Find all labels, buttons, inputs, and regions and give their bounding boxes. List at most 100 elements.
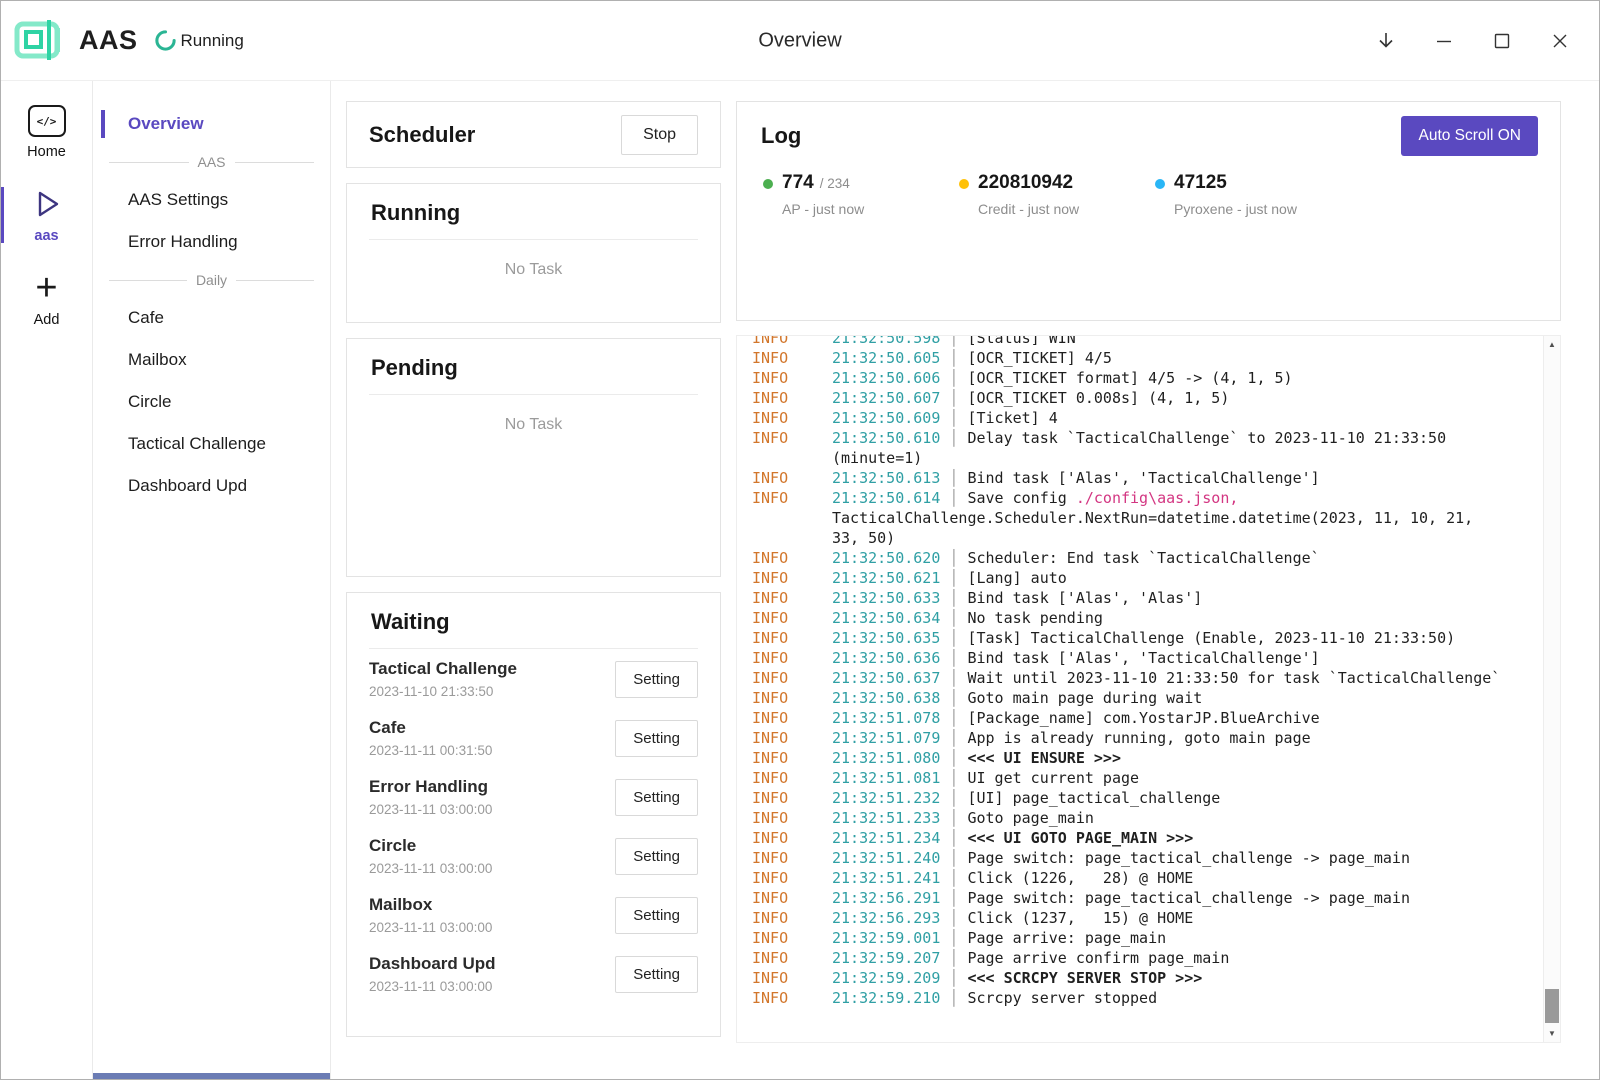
stat-value: 47125 (1174, 172, 1227, 193)
log-separator: │ (940, 409, 967, 427)
log-line: INFO21:32:50.609 │ [Ticket] 4 (752, 408, 1540, 428)
scheduler-card: Scheduler Stop (346, 101, 721, 168)
stat-dot-icon (959, 179, 969, 189)
auto-scroll-toggle[interactable]: Auto Scroll ON (1401, 116, 1538, 156)
nav-item-aas-settings[interactable]: AAS Settings (93, 179, 330, 221)
waiting-task-row: Dashboard Upd2023-11-11 03:00:00Setting (347, 944, 720, 1003)
log-line-body: 21:32:56.293 │ Click (1237, 15) @ HOME (832, 908, 1508, 928)
stat-pyroxene: 47125 Pyroxene - just now (1155, 172, 1351, 217)
log-timestamp: 21:32:50.598 (832, 335, 940, 347)
stat-ap: 774/ 234AP - just now (763, 172, 959, 217)
task-name: Circle (369, 836, 492, 856)
rail-item-aas[interactable]: aas (1, 187, 92, 244)
log-message: [Status] WIN (967, 335, 1075, 347)
close-button[interactable] (1545, 26, 1575, 56)
log-separator: │ (940, 889, 967, 907)
log-line-body: 21:32:59.210 │ Scrcpy server stopped (832, 988, 1508, 1008)
task-setting-button[interactable]: Setting (615, 720, 698, 757)
log-line-body: 21:32:59.001 │ Page arrive: page_main (832, 928, 1508, 948)
log-title: Log (761, 123, 801, 149)
stat-label: Pyroxene - just now (1174, 201, 1297, 217)
log-message: UI get current page (967, 769, 1139, 787)
rail-item-add[interactable]: + Add (1, 271, 92, 328)
log-timestamp: 21:32:56.293 (832, 909, 940, 927)
log-message: Page switch: page_tactical_challenge -> … (967, 849, 1410, 867)
log-line: INFO21:32:51.078 │ [Package_name] com.Yo… (752, 708, 1540, 728)
log-message: [Ticket] 4 (967, 409, 1057, 427)
log-separator: │ (940, 489, 967, 507)
log-timestamp: 21:32:50.634 (832, 609, 940, 627)
stat-body: 220810942Credit - just now (978, 172, 1079, 217)
update-download-icon[interactable] (1371, 26, 1401, 56)
log-level: INFO (752, 928, 832, 948)
log-message: Goto main page during wait (967, 689, 1202, 707)
task-setting-button[interactable]: Setting (615, 779, 698, 816)
scroll-down-icon[interactable]: ▼ (1544, 1025, 1560, 1042)
log-line-body: 21:32:50.605 │ [OCR_TICKET] 4/5 (832, 348, 1508, 368)
task-setting-button[interactable]: Setting (615, 897, 698, 934)
nav-item-cafe[interactable]: Cafe (93, 297, 330, 339)
log-line: INFO21:32:51.241 │ Click (1226, 28) @ HO… (752, 868, 1540, 888)
log-line: INFO21:32:56.291 │ Page switch: page_tac… (752, 888, 1540, 908)
log-level: INFO (752, 628, 832, 648)
log-message: Bind task ['Alas', 'TacticalChallenge'] (967, 649, 1319, 667)
log-scrollbar[interactable]: ▲ ▼ (1543, 336, 1560, 1042)
log-level: INFO (752, 768, 832, 788)
log-line: INFO21:32:51.234 │ <<< UI GOTO PAGE_MAIN… (752, 828, 1540, 848)
scrollbar-thumb[interactable] (1545, 989, 1559, 1023)
maximize-button[interactable] (1487, 26, 1517, 56)
nav-item-error-handling[interactable]: Error Handling (93, 221, 330, 263)
log-level: INFO (752, 748, 832, 768)
nav-item-circle[interactable]: Circle (93, 381, 330, 423)
nav-item-dashboard-upd[interactable]: Dashboard Upd (93, 465, 330, 507)
log-line: INFO21:32:50.621 │ [Lang] auto (752, 568, 1540, 588)
app-window: AAS Running Overview </> (0, 0, 1600, 1080)
log-timestamp: 21:32:59.210 (832, 989, 940, 1007)
log-view[interactable]: INFO21:32:50.598 │ [Status] WININFO21:32… (736, 335, 1561, 1043)
nav-item-overview[interactable]: Overview (93, 103, 330, 145)
nav-horizontal-scrollbar[interactable] (93, 1073, 330, 1079)
waiting-task-row: Error Handling2023-11-11 03:00:00Setting (347, 767, 720, 826)
task-setting-button[interactable]: Setting (615, 956, 698, 993)
task-setting-button[interactable]: Setting (615, 661, 698, 698)
task-next-run-time: 2023-11-10 21:33:50 (369, 684, 517, 699)
nav-item-tactical-challenge[interactable]: Tactical Challenge (93, 423, 330, 465)
log-message: Save config (967, 489, 1075, 507)
window-title: Overview (758, 29, 841, 52)
log-line: INFO21:32:50.598 │ [Status] WIN (752, 335, 1540, 348)
task-info: Cafe2023-11-11 00:31:50 (369, 718, 492, 758)
stat-label: AP - just now (782, 201, 864, 217)
divider-line (109, 280, 187, 281)
task-name: Mailbox (369, 895, 492, 915)
log-line-body: 21:32:50.609 │ [Ticket] 4 (832, 408, 1508, 428)
rail-item-home[interactable]: </> Home (1, 105, 92, 160)
nav-item-mailbox[interactable]: Mailbox (93, 339, 330, 381)
divider-line (109, 162, 189, 163)
log-level: INFO (752, 988, 832, 1008)
minimize-button[interactable] (1429, 26, 1459, 56)
log-message: Page arrive confirm page_main (967, 949, 1229, 967)
scheduler-stop-button[interactable]: Stop (621, 115, 698, 155)
task-next-run-time: 2023-11-11 03:00:00 (369, 861, 492, 876)
task-setting-button[interactable]: Setting (615, 838, 698, 875)
log-line: INFO21:32:56.293 │ Click (1237, 15) @ HO… (752, 908, 1540, 928)
titlebar: AAS Running Overview (1, 1, 1599, 81)
log-timestamp: 21:32:51.081 (832, 769, 940, 787)
scroll-up-icon[interactable]: ▲ (1544, 336, 1560, 353)
log-timestamp: 21:32:51.232 (832, 789, 940, 807)
log-line-body: 21:32:51.241 │ Click (1226, 28) @ HOME (832, 868, 1508, 888)
stat-credit: 220810942Credit - just now (959, 172, 1155, 217)
log-message: [OCR_TICKET 0.008s] (4, 1, 5) (967, 389, 1229, 407)
log-line: INFO21:32:50.634 │ No task pending (752, 608, 1540, 628)
log-line-body: 21:32:51.079 │ App is already running, g… (832, 728, 1508, 748)
log-message: Page switch: page_tactical_challenge -> … (967, 889, 1410, 907)
divider-line (236, 280, 314, 281)
log-level: INFO (752, 488, 832, 548)
log-separator: │ (940, 909, 967, 927)
log-separator: │ (940, 829, 967, 847)
log-line-body: 21:32:51.240 │ Page switch: page_tactica… (832, 848, 1508, 868)
log-message: [OCR_TICKET format] 4/5 -> (4, 1, 5) (967, 369, 1292, 387)
pending-card-title: Pending (369, 339, 698, 395)
stat-suffix: / 234 (820, 176, 850, 191)
log-separator: │ (940, 469, 967, 487)
